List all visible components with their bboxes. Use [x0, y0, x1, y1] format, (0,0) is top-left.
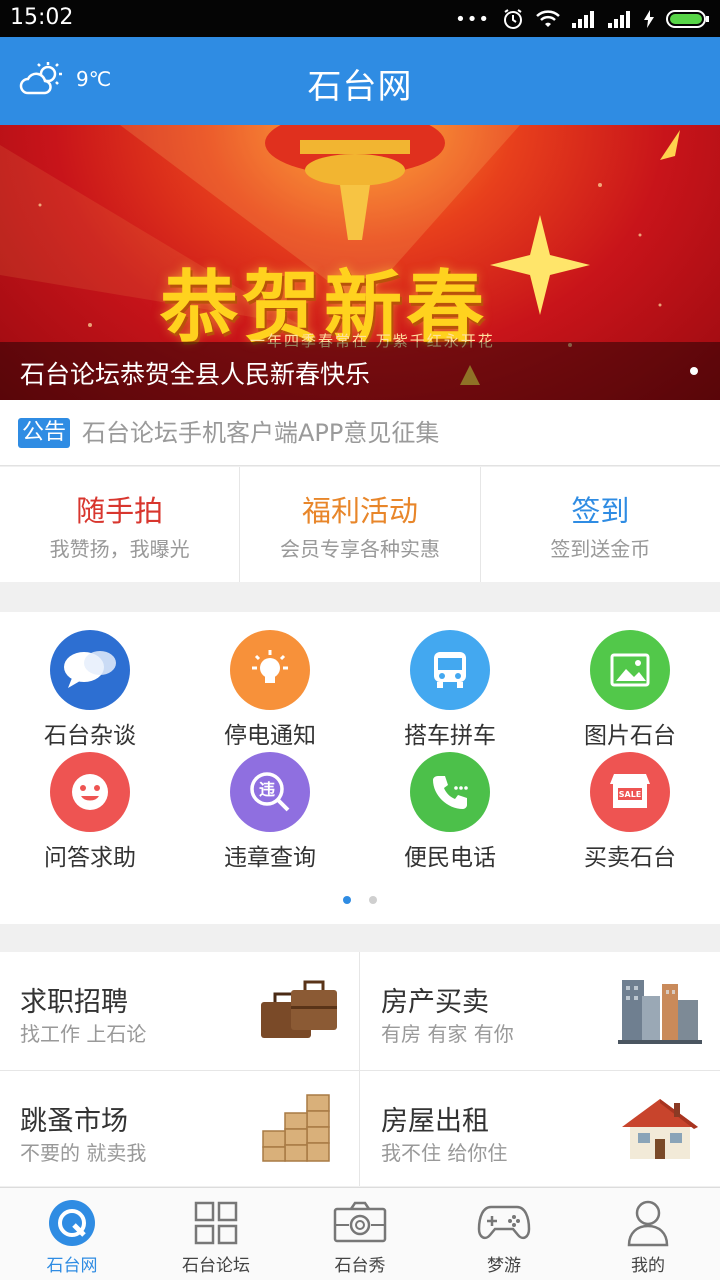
tab-home[interactable]: 石台网 [0, 1188, 144, 1280]
tile-title: 房屋出租 [381, 1106, 489, 1137]
grid-item-photos[interactable]: 图片石台 [540, 630, 720, 752]
lightbulb-icon [230, 630, 310, 710]
tile-flea-market[interactable]: 跳蚤市场 不要的 就卖我 [0, 1071, 359, 1187]
camera-icon [333, 1201, 387, 1243]
quick-action-title: 随手拍 [76, 494, 164, 528]
tile-subtitle: 我不住 给你住 [381, 1141, 508, 1165]
grid-item-chat[interactable]: 石台杂谈 [0, 630, 180, 752]
battery-icon [666, 10, 709, 28]
banner-indicator-dot [690, 367, 698, 375]
category-grid: 石台杂谈 停电通知 搭车拼车 图片石台 问答求助 违 违章查询 便民电话 SAL… [0, 612, 720, 924]
quick-action-checkin[interactable]: 签到 签到送金币 [481, 467, 720, 582]
quick-actions: 随手拍 我赞扬，我曝光 福利活动 会员专享各种实惠 签到 签到送金币 [0, 467, 720, 582]
tab-label: 梦游 [487, 1256, 521, 1276]
grid-label: 石台杂谈 [44, 723, 136, 749]
buildings-icon [618, 980, 702, 1044]
tab-label: 石台网 [46, 1256, 98, 1276]
banner-caption-bar: 石台论坛恭贺全县人民新春快乐 [0, 342, 720, 400]
pager-dot-active[interactable] [343, 896, 351, 904]
notice-badge: 公告 [18, 418, 71, 448]
grid-label: 便民电话 [404, 845, 496, 871]
tile-rental[interactable]: 房屋出租 我不住 给你住 [361, 1071, 720, 1187]
quick-action-title: 福利活动 [301, 494, 418, 528]
pager-dot[interactable] [369, 896, 377, 904]
tile-divider-vertical [359, 952, 360, 1186]
tile-title: 房产买卖 [381, 987, 489, 1018]
picture-icon [590, 630, 670, 710]
chat-bubbles-icon [50, 630, 130, 710]
grid-label: 违章查询 [224, 845, 316, 871]
notice-bar[interactable]: 公告 石台论坛手机客户端APP意见征集 [0, 400, 720, 466]
tile-title: 求职招聘 [20, 987, 128, 1018]
grid-item-hotline[interactable]: 便民电话 [360, 752, 540, 874]
banner-carousel[interactable]: 恭贺新春 一年四季春常在 万紫千红永开花 石台论坛恭贺全县人民新春快乐 [0, 125, 720, 400]
category-tiles: 求职招聘 找工作 上石论 房产买卖 有房 有家 有你 跳蚤市场 不要的 就卖我 [0, 952, 720, 1186]
phone-icon [410, 752, 490, 832]
tile-title: 跳蚤市场 [20, 1106, 128, 1137]
home-logo-icon [49, 1200, 95, 1246]
grid-label: 搭车拼车 [404, 723, 496, 749]
more-dots-icon: ••• [455, 8, 490, 30]
tile-real-estate[interactable]: 房产买卖 有房 有家 有你 [361, 952, 720, 1068]
tile-subtitle: 不要的 就卖我 [20, 1141, 147, 1165]
tab-forum[interactable]: 石台论坛 [144, 1188, 288, 1280]
boxes-icon [262, 1094, 330, 1162]
user-icon [627, 1200, 669, 1247]
grid-item-power-outage[interactable]: 停电通知 [180, 630, 360, 752]
house-icon [622, 1099, 698, 1159]
quick-action-title: 签到 [571, 494, 630, 528]
tile-jobs[interactable]: 求职招聘 找工作 上石论 [0, 952, 359, 1068]
grid-label: 图片石台 [584, 723, 676, 749]
signal-icon-2 [608, 11, 630, 28]
quick-action-subtitle: 会员专享各种实惠 [279, 537, 440, 561]
grid-label: 停电通知 [224, 723, 316, 749]
tile-subtitle: 有房 有家 有你 [381, 1022, 514, 1046]
charging-icon [644, 10, 654, 28]
app-header: 9℃ 石台网 [0, 37, 720, 125]
sale-text: SALE [619, 790, 642, 799]
tab-me[interactable]: 我的 [576, 1188, 720, 1280]
smiley-icon [50, 752, 130, 832]
quick-action-snapshot[interactable]: 随手拍 我赞扬，我曝光 [0, 467, 241, 582]
wifi-icon [536, 10, 560, 27]
grid-item-qa[interactable]: 问答求助 [0, 752, 180, 874]
bottom-tab-bar: 石台网 石台论坛 石台秀 梦游 我的 [0, 1187, 720, 1280]
grid-item-marketplace[interactable]: SALE 买卖石台 [540, 752, 720, 874]
tab-label: 石台秀 [334, 1256, 386, 1276]
tab-label: 我的 [631, 1256, 665, 1276]
grid-label: 买卖石台 [584, 845, 676, 871]
banner-caption: 石台论坛恭贺全县人民新春快乐 [20, 360, 371, 389]
quick-action-subtitle: 我赞扬，我曝光 [49, 537, 190, 561]
tab-label: 石台论坛 [182, 1256, 250, 1276]
status-time: 15:02 [10, 5, 74, 30]
alarm-icon [504, 9, 522, 29]
grid-label: 问答求助 [44, 845, 136, 871]
bus-icon [410, 630, 490, 710]
shop-icon: SALE [590, 752, 670, 832]
grid-item-violation[interactable]: 违 违章查询 [180, 752, 360, 874]
grid-pager [0, 896, 720, 904]
violation-glyph: 违 [259, 780, 275, 799]
quick-action-welfare[interactable]: 福利活动 会员专享各种实惠 [240, 467, 481, 582]
violation-search-icon: 违 [230, 752, 310, 832]
tab-show[interactable]: 石台秀 [288, 1188, 432, 1280]
quick-action-subtitle: 签到送金币 [550, 537, 651, 561]
tab-games[interactable]: 梦游 [432, 1188, 576, 1280]
briefcase-icon [261, 980, 337, 1038]
page-title: 石台网 [307, 67, 413, 107]
status-icons: ••• [455, 7, 710, 31]
status-bar: 15:02 ••• [0, 0, 720, 37]
signal-icon [572, 11, 594, 28]
notice-text: 石台论坛手机客户端APP意见征集 [82, 419, 440, 447]
tile-subtitle: 找工作 上石论 [20, 1022, 147, 1046]
gamepad-icon [477, 1205, 531, 1240]
grid-icon [194, 1201, 238, 1245]
grid-item-carpool[interactable]: 搭车拼车 [360, 630, 540, 752]
